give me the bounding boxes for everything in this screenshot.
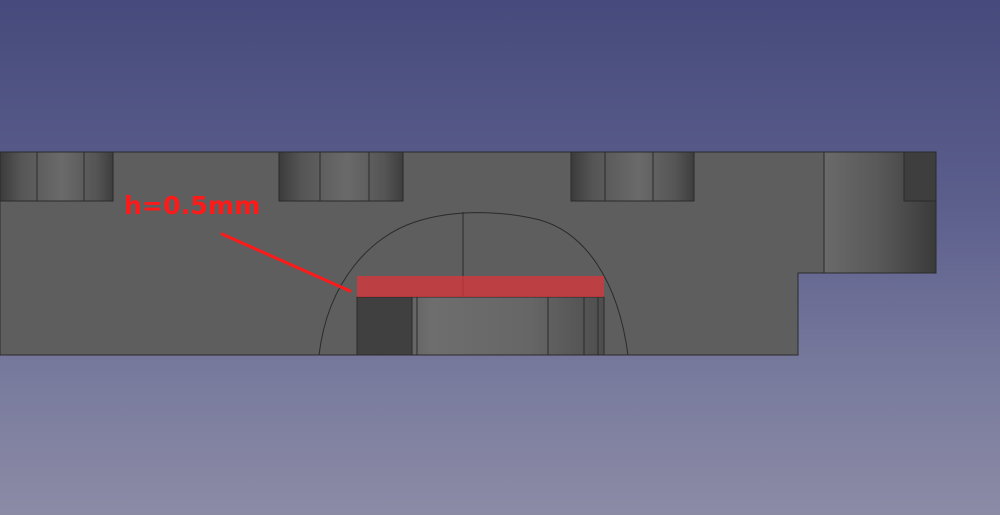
- annotation-label: h=0.5mm: [124, 191, 261, 220]
- pocket-center-left[interactable]: [278, 151, 404, 202]
- right-step-face[interactable]: [823, 151, 937, 274]
- pocket-center-right[interactable]: [570, 151, 695, 202]
- pocket-left[interactable]: [0, 151, 114, 202]
- lower-bore[interactable]: [356, 296, 605, 356]
- cad-scene[interactable]: [0, 0, 1000, 515]
- 3d-viewport[interactable]: h=0.5mm: [0, 0, 1000, 515]
- highlighted-layer[interactable]: [357, 276, 604, 297]
